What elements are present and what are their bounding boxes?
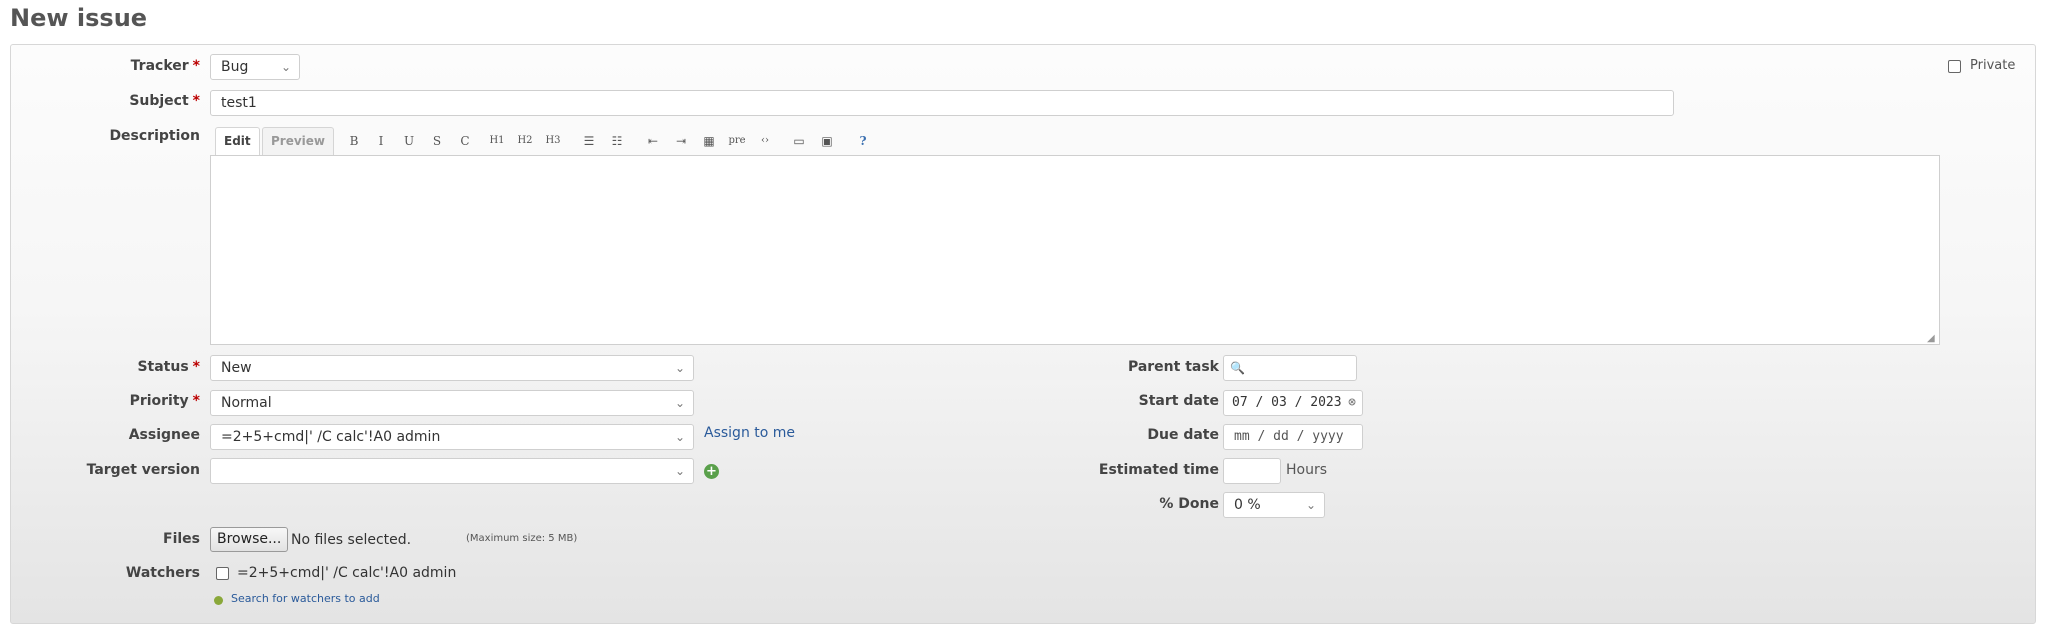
target-version-select[interactable]: ⌄ bbox=[210, 458, 694, 484]
underline-icon[interactable]: U bbox=[398, 130, 420, 152]
assignee-select[interactable]: =2+5+cmd|' /C calc'!A0 admin ⌄ bbox=[210, 424, 694, 450]
start-date-label: Start date bbox=[1138, 393, 1219, 409]
browse-button[interactable]: Browse... bbox=[210, 527, 289, 552]
chevron-down-icon: ⌄ bbox=[674, 396, 685, 410]
estimated-time-label: Estimated time bbox=[1098, 462, 1219, 478]
watcher-name: =2+5+cmd|' /C calc'!A0 admin bbox=[237, 565, 457, 581]
image-icon[interactable]: ▣ bbox=[816, 130, 838, 152]
files-status: No files selected. bbox=[291, 532, 412, 548]
search-icon: 🔍 bbox=[1230, 361, 1245, 375]
chevron-down-icon: ⌄ bbox=[280, 60, 291, 74]
quote-icon[interactable]: ⇤ bbox=[642, 130, 664, 152]
unordered-list-icon[interactable]: ☰ bbox=[578, 130, 600, 152]
tracker-label: Tracker * bbox=[130, 58, 200, 74]
private-label: Private bbox=[1970, 58, 2016, 73]
description-label: Description bbox=[109, 128, 200, 144]
hours-unit: Hours bbox=[1286, 462, 1328, 478]
start-date-input[interactable]: 07 / 03 / 2023 ⊗ bbox=[1223, 390, 1363, 416]
parent-task-input[interactable]: 🔍 bbox=[1223, 355, 1357, 381]
estimated-time-input[interactable] bbox=[1223, 458, 1281, 484]
resize-handle-icon[interactable]: ◢ bbox=[1927, 333, 1935, 344]
tab-edit[interactable]: Edit bbox=[215, 127, 260, 155]
chevron-down-icon: ⌄ bbox=[674, 430, 685, 444]
priority-label: Priority * bbox=[129, 393, 200, 409]
strikethrough-icon[interactable]: S bbox=[426, 130, 448, 152]
parent-task-label: Parent task bbox=[1127, 359, 1219, 375]
chevron-down-icon: ⌄ bbox=[1305, 498, 1316, 512]
bold-icon[interactable]: B bbox=[343, 130, 365, 152]
inline-code-icon[interactable]: C bbox=[454, 130, 476, 152]
heading-3-icon[interactable]: H3 bbox=[542, 130, 564, 152]
ordered-list-icon[interactable]: ☷ bbox=[606, 130, 628, 152]
link-icon[interactable]: ▭ bbox=[788, 130, 810, 152]
assign-to-me-link[interactable]: Assign to me bbox=[704, 425, 795, 441]
done-label: % Done bbox=[1159, 496, 1219, 512]
tracker-select[interactable]: Bug ⌄ bbox=[210, 54, 300, 80]
page-title: New issue bbox=[10, 4, 148, 32]
search-watchers-link[interactable]: Search for watchers to add bbox=[231, 592, 380, 605]
table-icon[interactable]: ▦ bbox=[698, 130, 720, 152]
chevron-down-icon: ⌄ bbox=[674, 361, 685, 375]
files-label: Files bbox=[163, 531, 200, 547]
heading-1-icon[interactable]: H1 bbox=[486, 130, 508, 152]
add-watcher-icon[interactable] bbox=[214, 596, 223, 605]
max-size-note: (Maximum size: 5 MB) bbox=[466, 533, 578, 544]
status-select[interactable]: New ⌄ bbox=[210, 355, 694, 381]
assignee-label: Assignee bbox=[128, 427, 200, 443]
private-checkbox[interactable] bbox=[1948, 60, 1961, 73]
tab-preview[interactable]: Preview bbox=[262, 127, 335, 155]
target-version-label: Target version bbox=[86, 462, 200, 478]
subject-input[interactable]: test1 bbox=[210, 90, 1674, 116]
chevron-down-icon: ⌄ bbox=[674, 464, 685, 478]
watchers-label: Watchers bbox=[125, 565, 200, 581]
italic-icon[interactable]: I bbox=[370, 130, 392, 152]
unquote-icon[interactable]: ⇥ bbox=[670, 130, 692, 152]
status-label: Status * bbox=[137, 359, 200, 375]
priority-select[interactable]: Normal ⌄ bbox=[210, 390, 694, 416]
done-select[interactable]: 0 % ⌄ bbox=[1223, 492, 1325, 518]
watcher-checkbox[interactable] bbox=[216, 567, 229, 580]
due-date-label: Due date bbox=[1147, 427, 1219, 443]
help-icon[interactable]: ? bbox=[852, 130, 874, 152]
code-highlight-icon[interactable]: ‹› bbox=[754, 130, 776, 152]
heading-2-icon[interactable]: H2 bbox=[514, 130, 536, 152]
due-date-input[interactable]: mm / dd / yyyy bbox=[1223, 424, 1363, 450]
description-textarea[interactable] bbox=[210, 155, 1940, 345]
subject-label: Subject * bbox=[129, 93, 200, 109]
clear-icon[interactable]: ⊗ bbox=[1348, 391, 1356, 415]
add-version-icon[interactable]: + bbox=[704, 464, 719, 479]
preformatted-icon[interactable]: pre bbox=[726, 130, 748, 152]
